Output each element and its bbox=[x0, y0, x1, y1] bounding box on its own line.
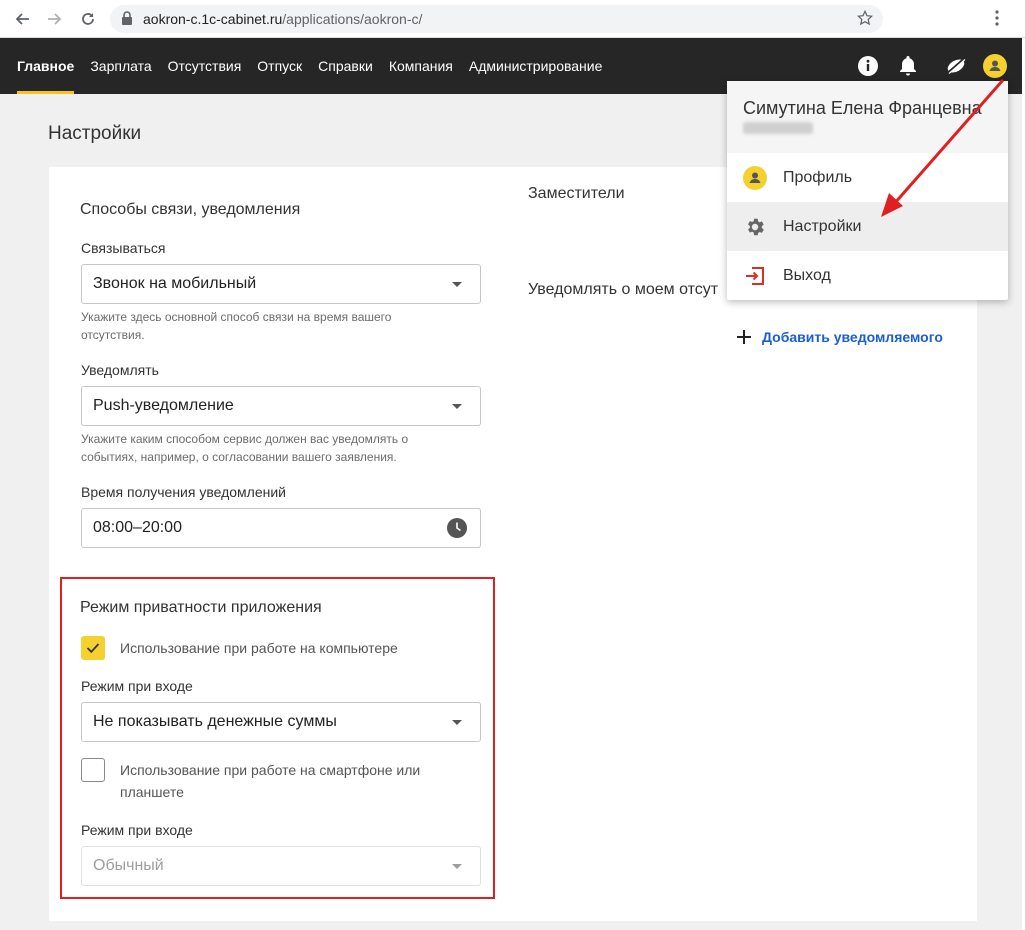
nav-item-main[interactable]: Главное bbox=[17, 38, 75, 94]
user-name: Симутина Елена Францевна bbox=[743, 98, 982, 118]
lock-icon bbox=[121, 11, 133, 30]
nav-item-salary[interactable]: Зарплата bbox=[90, 38, 151, 94]
contact-hint: Укажите здесь основной способ связи на в… bbox=[81, 310, 392, 342]
nav-item-company[interactable]: Компания bbox=[389, 38, 453, 94]
bell-icon[interactable] bbox=[896, 54, 920, 78]
menu-item-settings[interactable]: Настройки bbox=[727, 202, 1008, 251]
menu-item-label: Выход bbox=[783, 266, 831, 284]
notify-method-value: Push-уведомление bbox=[93, 397, 234, 414]
notify-hint: Укажите каким способом сервис должен вас… bbox=[81, 432, 409, 464]
deputies-title: Заместители bbox=[528, 185, 625, 202]
menu-item-profile[interactable]: Профиль bbox=[727, 153, 1008, 202]
nav-item-certificates[interactable]: Справки bbox=[318, 38, 373, 94]
contact-method-value: Звонок на мобильный bbox=[93, 275, 257, 292]
bookmark-star-icon[interactable] bbox=[856, 9, 874, 31]
time-label: Время получения уведомлений bbox=[81, 484, 287, 500]
notify-label: Уведомлять bbox=[81, 362, 159, 378]
contact-method-select[interactable]: Звонок на мобильный bbox=[81, 264, 481, 304]
privacy-eye-off-icon[interactable] bbox=[944, 54, 968, 78]
user-email-blurred bbox=[743, 122, 813, 134]
caret-down-icon bbox=[452, 404, 462, 409]
nav-item-administration[interactable]: Администрирование bbox=[469, 38, 603, 94]
back-arrow-icon[interactable] bbox=[12, 9, 32, 29]
nav-item-vacation[interactable]: Отпуск bbox=[257, 38, 302, 94]
notify-time-value: 08:00–20:00 bbox=[93, 519, 182, 536]
notify-time-field[interactable]: 08:00–20:00 bbox=[81, 508, 481, 548]
menu-item-label: Профиль bbox=[783, 168, 853, 186]
add-notified-label: Добавить уведомляемого bbox=[762, 329, 943, 345]
caret-down-icon bbox=[452, 282, 462, 287]
contact-section-title: Способы связи, уведомления bbox=[80, 201, 301, 218]
add-notified-link[interactable]: Добавить уведомляемого bbox=[736, 329, 943, 345]
user-avatar[interactable] bbox=[983, 54, 1007, 78]
clock-icon[interactable] bbox=[447, 518, 467, 543]
address-bar[interactable]: aokron-c.1c-cabinet.ru/applications/aokr… bbox=[110, 5, 883, 33]
browser-toolbar: aokron-c.1c-cabinet.ru/applications/aokr… bbox=[0, 0, 1025, 38]
browser-menu-icon[interactable] bbox=[995, 10, 999, 31]
contact-label: Связываться bbox=[81, 240, 166, 256]
notify-method-select[interactable]: Push-уведомление bbox=[81, 386, 481, 426]
main-nav: Главное Зарплата Отсутствия Отпуск Справ… bbox=[17, 38, 618, 94]
forward-arrow-icon[interactable] bbox=[45, 9, 65, 29]
plus-icon bbox=[737, 330, 751, 344]
user-menu-header: Симутина Елена Францевна bbox=[727, 81, 1008, 153]
annotation-highlight-box bbox=[60, 577, 495, 899]
info-icon[interactable] bbox=[856, 54, 880, 78]
url-text: aokron-c.1c-cabinet.ru/applications/aokr… bbox=[143, 11, 423, 27]
gear-icon bbox=[743, 215, 767, 239]
menu-item-logout[interactable]: Выход bbox=[727, 251, 1008, 300]
nav-item-absences[interactable]: Отсутствия bbox=[168, 38, 242, 94]
reload-icon[interactable] bbox=[78, 9, 98, 29]
logout-icon bbox=[743, 264, 767, 288]
user-menu: Симутина Елена Францевна Профиль Настрой… bbox=[727, 81, 1008, 300]
menu-item-label: Настройки bbox=[783, 217, 862, 235]
page-title: Настройки bbox=[48, 123, 142, 144]
notify-absence-title: Уведомлять о моем отсут bbox=[528, 281, 719, 298]
person-icon bbox=[743, 165, 767, 190]
